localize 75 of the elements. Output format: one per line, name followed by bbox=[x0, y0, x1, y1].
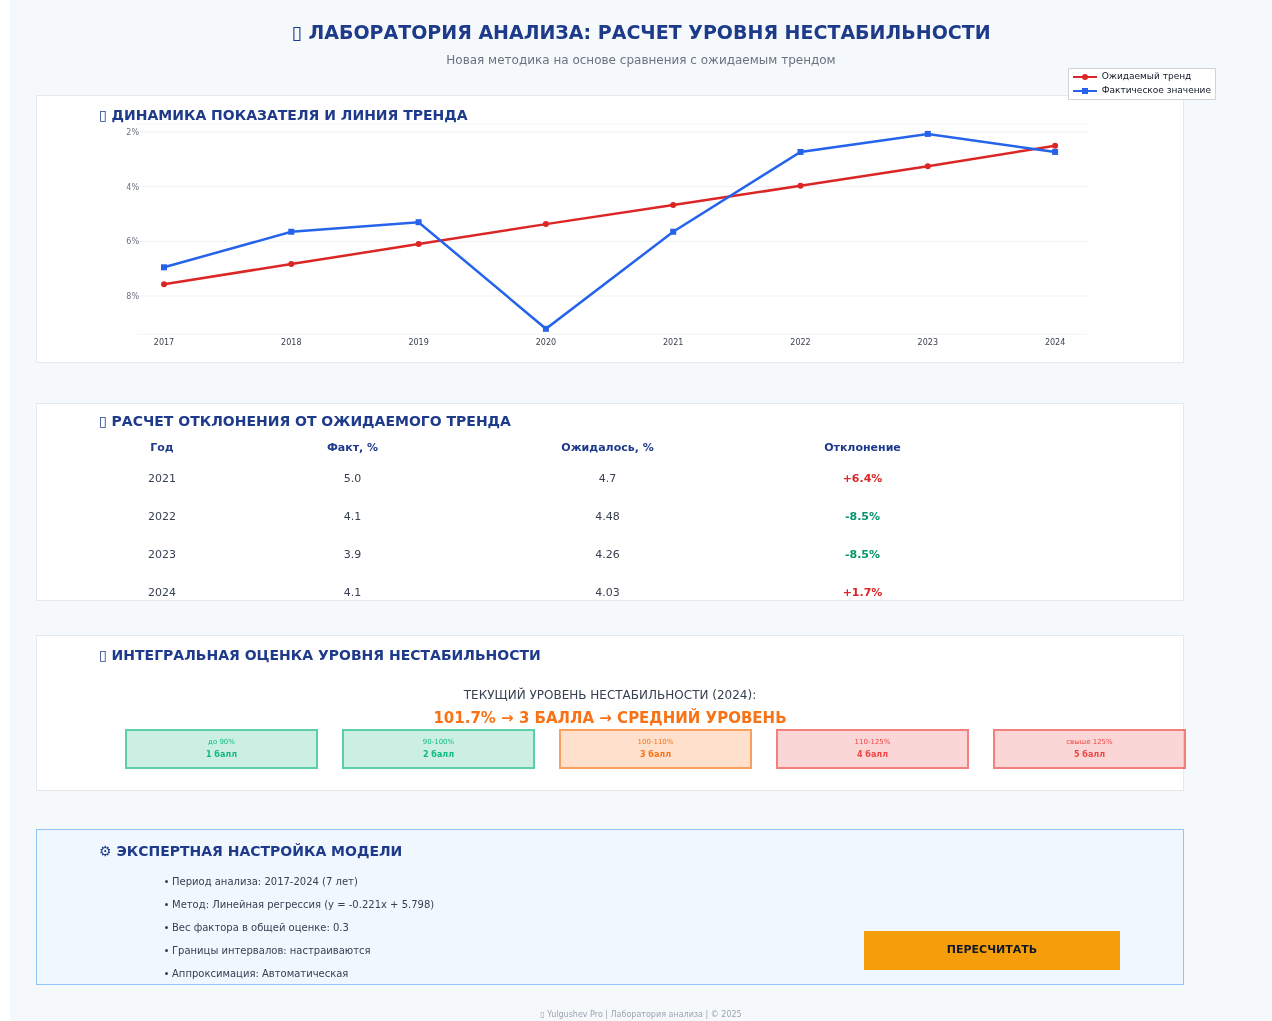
bullet-icon bbox=[165, 971, 168, 975]
section-title: ▯ ДИНАМИКА ПОКАЗАТЕЛЯ И ЛИНИЯ ТРЕНДА bbox=[99, 105, 468, 125]
table-cell-text: 4.1 bbox=[342, 508, 363, 525]
table-cell-text: 2022 bbox=[147, 508, 177, 525]
legend-line-icon bbox=[1072, 73, 1097, 81]
x-axis-label: 2023 bbox=[917, 337, 938, 347]
table-cell-text: 2023 bbox=[147, 546, 177, 563]
table-cell-text: +6.4% bbox=[841, 470, 884, 487]
legend-label: Фактическое значение bbox=[1101, 84, 1211, 98]
y-axis-label: 2% bbox=[126, 127, 139, 137]
x-axis-label: 2020 bbox=[535, 337, 557, 347]
table-cell-text: 4.7 bbox=[597, 470, 618, 487]
data-point bbox=[288, 228, 295, 235]
column-header: Год bbox=[149, 439, 175, 456]
x-axis-label: 2017 bbox=[153, 337, 175, 347]
y-axis-label: 6% bbox=[126, 236, 139, 246]
data-point bbox=[415, 240, 422, 247]
bullet-icon bbox=[165, 902, 168, 906]
x-axis-label: 2022 bbox=[790, 337, 811, 347]
column-header: Факт, % bbox=[325, 439, 380, 456]
y-axis-label: 4% bbox=[126, 182, 139, 192]
data-point bbox=[415, 218, 422, 225]
level-points: 1 балл bbox=[205, 749, 238, 762]
page-title: ▯ ЛАБОРАТОРИЯ АНАЛИЗА: РАСЧЕТ УРОВНЯ НЕСТАБИЛЬНОСТИ bbox=[291, 20, 991, 45]
data-point bbox=[797, 182, 804, 189]
y-axis-label: 8% bbox=[126, 291, 139, 301]
table-cell-text: -8.5% bbox=[843, 508, 882, 525]
score-result: 101.7% → 3 БАЛЛА → СРЕДНИЙ УРОВЕНЬ bbox=[433, 707, 787, 729]
table-cell-text: 2021 bbox=[147, 470, 177, 487]
x-axis-label: 2024 bbox=[1044, 337, 1066, 347]
section-title: ▯ РАСЧЕТ ОТКЛОНЕНИЯ ОТ ОЖИДАЕМОГО ТРЕНДА bbox=[99, 412, 512, 432]
level-points: 2 балл bbox=[422, 749, 455, 762]
table-cell-text: -8.5% bbox=[843, 546, 882, 563]
data-point bbox=[924, 162, 931, 169]
level-points: 5 балл bbox=[1073, 749, 1106, 762]
level-points: 3 балл bbox=[639, 749, 672, 762]
bullet-icon bbox=[165, 948, 168, 952]
setting-item: Метод: Линейная регрессия (y = -0.221x + 5.798) bbox=[172, 897, 435, 912]
table-cell-text: 4.1 bbox=[342, 584, 363, 600]
x-axis-label: 2021 bbox=[663, 337, 684, 347]
table-cell-text: 5.0 bbox=[342, 470, 363, 487]
data-point bbox=[542, 325, 549, 332]
footer-text: ▯ Yulgushev Pro | Лаборатория анализа | © 2025 bbox=[540, 1009, 742, 1021]
column-header: Ожидалось, % bbox=[560, 439, 655, 456]
section-title: ⚙ ЭКСПЕРТНАЯ НАСТРОЙКА МОДЕЛИ bbox=[99, 841, 403, 861]
column-header: Отклонение bbox=[823, 439, 902, 456]
data-point bbox=[670, 201, 677, 208]
table-cell-text: 3.9 bbox=[342, 546, 363, 563]
data-point bbox=[797, 148, 804, 155]
bullet-icon bbox=[165, 879, 168, 883]
current-level-label: ТЕКУЩИЙ УРОВЕНЬ НЕСТАБИЛЬНОСТИ (2024): bbox=[463, 686, 757, 704]
data-point bbox=[670, 228, 677, 235]
setting-item: Аппроксимация: Автоматическая bbox=[172, 966, 349, 981]
x-axis-label: 2019 bbox=[408, 337, 429, 347]
data-point bbox=[924, 130, 931, 137]
data-point bbox=[542, 220, 549, 227]
legend-label: Ожидаемый тренд bbox=[1101, 70, 1192, 84]
setting-item: Период анализа: 2017-2024 (7 лет) bbox=[172, 874, 358, 889]
recalculate-button[interactable]: ПЕРЕСЧИТАТЬ bbox=[864, 930, 1120, 970]
table-cell-text: 4.03 bbox=[594, 584, 621, 600]
data-point bbox=[161, 280, 167, 287]
table-cell-text: +1.7% bbox=[841, 584, 884, 600]
setting-item: Вес фактора в общей оценке: 0.3 bbox=[172, 920, 349, 935]
data-point bbox=[288, 260, 295, 267]
table-cell-text: 2024 bbox=[147, 584, 177, 600]
data-point bbox=[161, 263, 167, 270]
level-points: 4 балл bbox=[856, 749, 889, 762]
legend-line-icon bbox=[1072, 87, 1097, 95]
table-cell-text: 4.48 bbox=[594, 508, 621, 525]
x-axis-label: 2018 bbox=[281, 337, 302, 347]
section-title: ▯ ИНТЕГРАЛЬНАЯ ОЦЕНКА УРОВНЯ НЕСТАБИЛЬНОСТИ bbox=[99, 645, 541, 665]
bullet-icon bbox=[165, 925, 168, 929]
setting-item: Границы интервалов: настраиваются bbox=[172, 943, 371, 958]
page-subtitle: Новая методика на основе сравнения с ожидаемым трендом bbox=[446, 51, 836, 69]
table-cell-text: 4.26 bbox=[594, 546, 621, 563]
